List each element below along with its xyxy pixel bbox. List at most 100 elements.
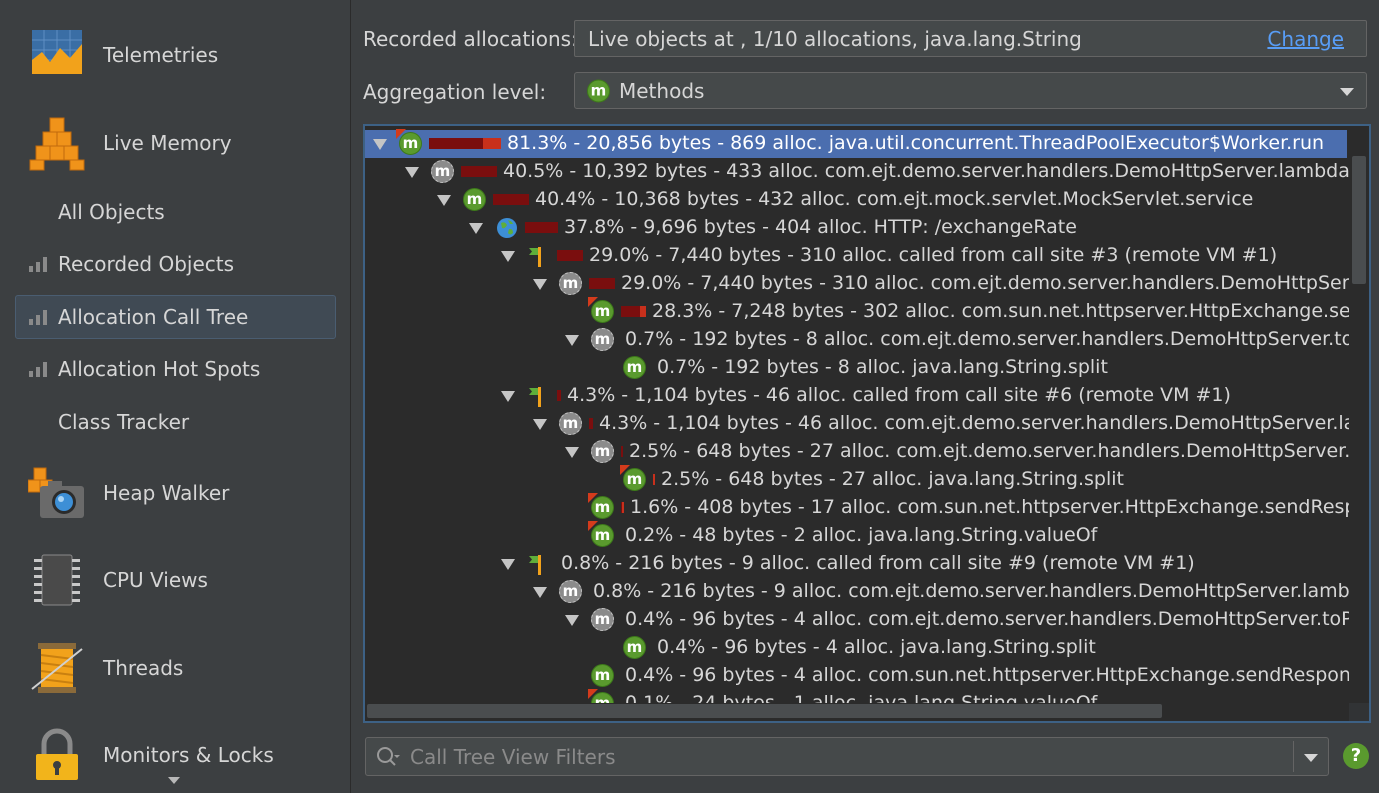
tree-row-text: 0.8% - 216 bytes - 9 alloc. called from …	[561, 552, 1195, 574]
expand-toggle-icon[interactable]	[533, 419, 547, 430]
expand-toggle-icon[interactable]	[469, 223, 483, 234]
call-site-icon	[527, 552, 551, 576]
aggregation-level-select[interactable]: m Methods	[574, 72, 1367, 109]
tree-row[interactable]: m 1.6% - 408 bytes - 17 alloc. com.sun.ne…	[365, 493, 1369, 522]
help-button[interactable]: ?	[1343, 743, 1369, 769]
tree-row[interactable]: m 0.7% - 192 bytes - 8 alloc. java.lang.S…	[365, 354, 1347, 382]
tree-rows: m 81.3% - 20,856 bytes - 869 alloc. java.…	[365, 129, 1369, 718]
sidebar-item-label: Heap Walker	[103, 481, 230, 505]
expand-toggle-icon[interactable]	[501, 251, 515, 262]
aggregation-level-label: Aggregation level:	[363, 80, 547, 104]
allocation-bar	[589, 418, 593, 429]
tree-row-text: 81.3% - 20,856 bytes - 869 alloc. java.u…	[507, 132, 1325, 154]
divider	[1293, 741, 1294, 772]
tree-row[interactable]: 4.3% - 1,104 bytes - 46 alloc. called fr…	[365, 382, 1347, 410]
allocation-call-tree[interactable]: m 81.3% - 20,856 bytes - 869 alloc. java.…	[363, 124, 1371, 723]
sidebar: Telemetries Live Memory All Objects Reco…	[0, 0, 351, 793]
tree-row-text: 0.4% - 96 bytes - 4 alloc. com.ejt.demo.…	[625, 608, 1371, 630]
tree-row[interactable]: m 0.2% - 48 bytes - 2 alloc. java.lang.St…	[365, 521, 1347, 550]
sidebar-item-heap-walker[interactable]: Heap Walker	[0, 453, 351, 533]
recorded-allocations-field: Live objects at , 1/10 allocations, java…	[574, 20, 1367, 57]
tree-row[interactable]: m 0.4% - 96 bytes - 4 alloc. com.ejt.demo…	[365, 606, 1369, 634]
allocation-bar-highlight	[653, 474, 655, 485]
allocation-bar-highlight	[622, 502, 624, 513]
threads-icon	[31, 643, 83, 693]
tree-row-text: 1.6% - 408 bytes - 17 alloc. com.sun.net…	[630, 496, 1371, 518]
expand-toggle-icon[interactable]	[533, 587, 547, 598]
method-icon: m	[588, 297, 615, 324]
sidebar-item-threads[interactable]: Threads	[0, 628, 351, 708]
tree-row-text: 2.5% - 648 bytes - 27 alloc. com.ejt.dem…	[629, 440, 1371, 462]
tree-row[interactable]: m 40.5% - 10,392 bytes - 433 alloc. com.e…	[365, 158, 1369, 186]
tree-row[interactable]: m 28.3% - 7,248 bytes - 302 alloc. com.su…	[365, 297, 1369, 326]
tree-row-text: 0.8% - 216 bytes - 9 alloc. com.ejt.demo…	[593, 580, 1371, 602]
allocation-bar	[429, 138, 501, 149]
call-tree-filter-field[interactable]: Call Tree View Filters	[365, 737, 1329, 776]
tree-row-text: 37.8% - 9,696 bytes - 404 alloc. HTTP: /…	[564, 216, 1077, 238]
vertical-scrollbar-thumb[interactable]	[1352, 156, 1366, 284]
monitors-locks-icon	[36, 728, 78, 780]
tree-row[interactable]: m 40.4% - 10,368 bytes - 432 alloc. com.e…	[365, 186, 1347, 214]
method-icon: m	[623, 356, 647, 380]
search-icon[interactable]	[376, 746, 400, 768]
expand-toggle-icon[interactable]	[373, 139, 387, 150]
sidebar-scroll-down-icon[interactable]	[168, 777, 180, 784]
tree-row-text: 29.0% - 7,440 bytes - 310 alloc. com.ejt…	[621, 272, 1371, 294]
cpu-views-icon	[34, 554, 80, 606]
horizontal-scrollbar[interactable]	[365, 703, 1347, 721]
tree-row[interactable]: m 2.5% - 648 bytes - 27 alloc. com.ejt.de…	[365, 438, 1369, 466]
sidebar-item-label: Live Memory	[103, 131, 232, 155]
tree-row[interactable]: 37.8% - 9,696 bytes - 404 alloc. HTTP: /…	[365, 214, 1347, 242]
method-icon: m	[588, 493, 615, 520]
sidebar-item-live-memory[interactable]: Live Memory	[0, 103, 351, 183]
sidebar-item-cpu-views[interactable]: CPU Views	[0, 540, 351, 620]
sidebar-item-allocation-call-tree[interactable]: Allocation Call Tree	[15, 295, 336, 339]
tree-row[interactable]: m 0.8% - 216 bytes - 9 alloc. com.ejt.dem…	[365, 578, 1369, 606]
allocation-bar	[557, 250, 583, 261]
expand-toggle-icon[interactable]	[565, 335, 579, 346]
tree-row[interactable]: m 4.3% - 1,104 bytes - 46 alloc. com.ejt.…	[365, 410, 1369, 438]
allocation-bar-highlight	[483, 138, 501, 149]
bars-icon	[29, 362, 47, 377]
expand-toggle-icon[interactable]	[565, 615, 579, 626]
allocation-bar-highlight	[640, 306, 646, 317]
sidebar-item-label: Threads	[103, 656, 184, 680]
vertical-scrollbar[interactable]	[1349, 126, 1369, 703]
sidebar-item-telemetries[interactable]: Telemetries	[0, 15, 351, 95]
tree-row[interactable]: m 81.3% - 20,856 bytes - 869 alloc. java.…	[365, 129, 1347, 158]
sidebar-item-all-objects[interactable]: All Objects	[15, 190, 336, 234]
allocation-bar	[621, 502, 624, 513]
method-gray-icon: m	[559, 412, 583, 436]
method-gray-icon: m	[591, 440, 615, 464]
tree-row-text: 40.4% - 10,368 bytes - 432 alloc. com.ej…	[535, 188, 1254, 210]
tree-row[interactable]: m 29.0% - 7,440 bytes - 310 alloc. com.ej…	[365, 270, 1369, 298]
heap-walker-icon	[28, 467, 84, 518]
expand-toggle-icon[interactable]	[565, 447, 579, 458]
tree-row[interactable]: m 0.7% - 192 bytes - 8 alloc. com.ejt.dem…	[365, 326, 1369, 354]
expand-toggle-icon[interactable]	[533, 279, 547, 290]
allocation-bar	[461, 166, 497, 177]
change-link[interactable]: Change	[1267, 27, 1344, 51]
tree-row-text: 0.7% - 192 bytes - 8 alloc. java.lang.St…	[657, 356, 1108, 378]
tree-row-text: 40.5% - 10,392 bytes - 433 alloc. com.ej…	[503, 160, 1371, 182]
tree-row[interactable]: m 0.4% - 96 bytes - 4 alloc. java.lang.St…	[365, 634, 1347, 662]
telemetries-icon	[32, 30, 82, 74]
expand-toggle-icon[interactable]	[437, 195, 451, 206]
method-gray-icon: m	[591, 328, 615, 352]
expand-toggle-icon[interactable]	[501, 559, 515, 570]
sidebar-item-class-tracker[interactable]: Class Tracker	[15, 400, 336, 444]
tree-row[interactable]: 0.8% - 216 bytes - 9 alloc. called from …	[365, 550, 1347, 578]
expand-toggle-icon[interactable]	[501, 391, 515, 402]
scrollbar-corner	[1349, 703, 1369, 721]
sidebar-item-allocation-hot-spots[interactable]: Allocation Hot Spots	[15, 347, 336, 391]
tree-row[interactable]: m 2.5% - 648 bytes - 27 alloc. java.lang.…	[365, 465, 1347, 494]
call-site-icon	[527, 244, 551, 268]
tree-row[interactable]: m 0.4% - 96 bytes - 4 alloc. com.sun.net.…	[365, 662, 1369, 690]
sidebar-item-recorded-objects[interactable]: Recorded Objects	[15, 242, 336, 286]
allocation-bar	[525, 222, 558, 233]
expand-toggle-icon[interactable]	[405, 167, 419, 178]
tree-row[interactable]: 29.0% - 7,440 bytes - 310 alloc. called …	[365, 242, 1347, 270]
method-icon: m	[623, 636, 647, 660]
horizontal-scrollbar-thumb[interactable]	[367, 704, 1162, 718]
chevron-down-icon[interactable]	[1304, 754, 1318, 762]
